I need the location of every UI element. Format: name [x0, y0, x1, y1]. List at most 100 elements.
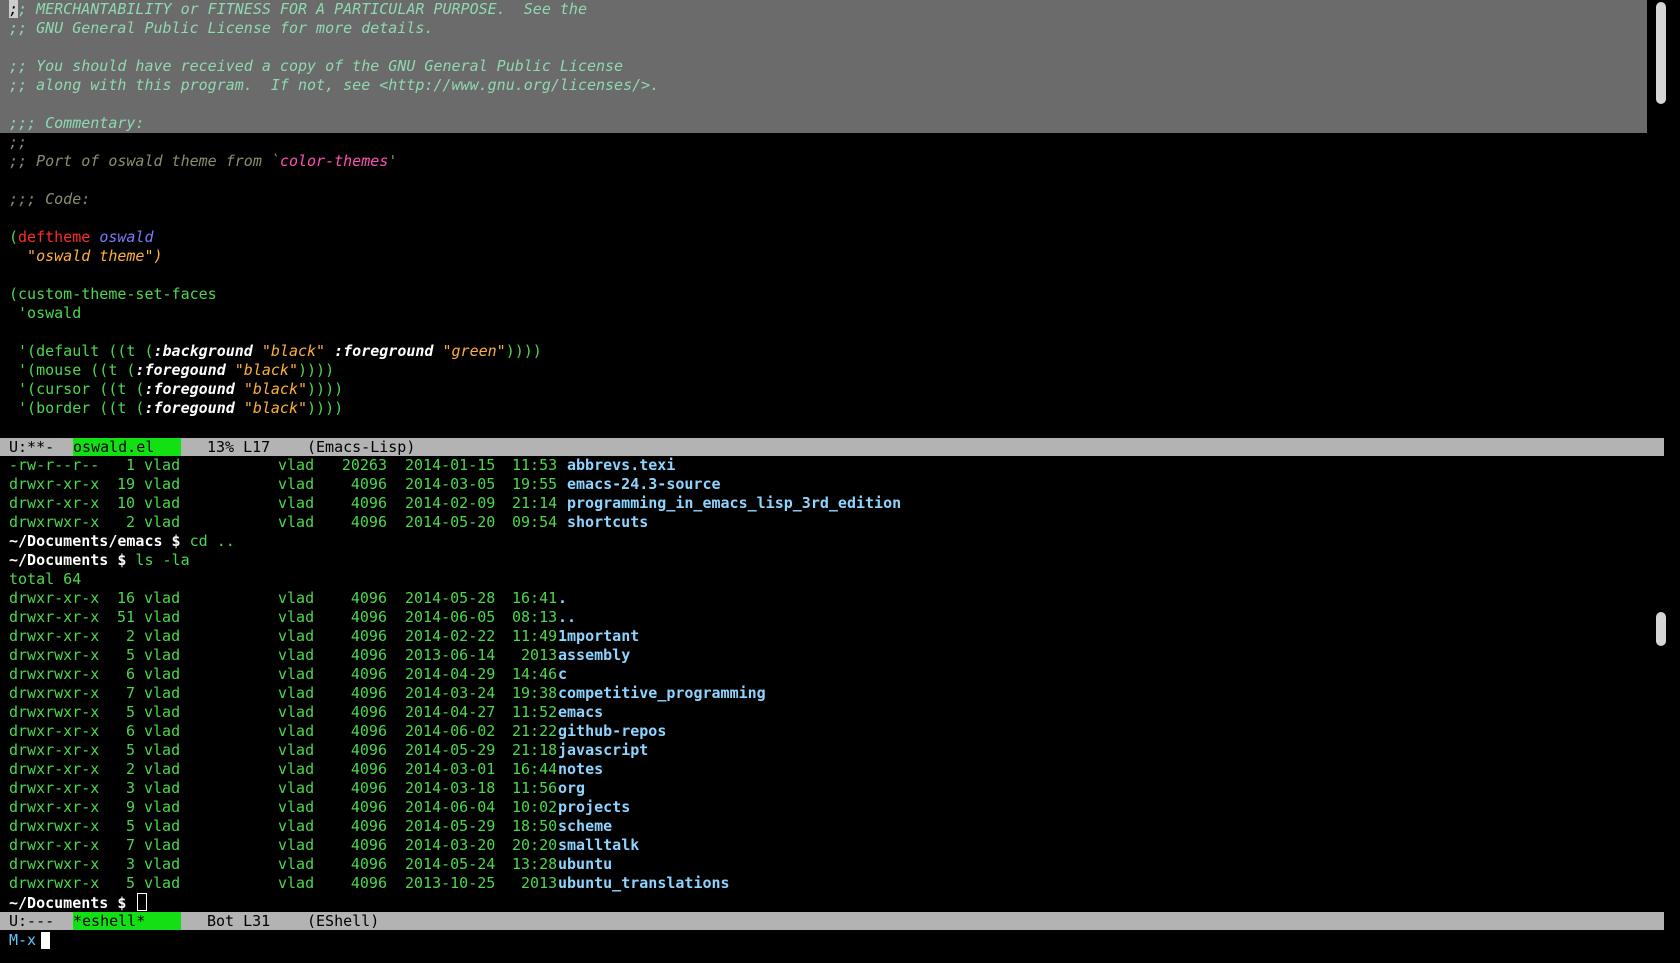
ls-link-count: 5: [125, 646, 135, 664]
modeline-buffer-name[interactable]: oswald.el: [73, 438, 181, 456]
ls-date: 2014-01-15: [405, 456, 496, 474]
eshell-prompt: ~/Documents $: [9, 551, 127, 569]
ls-time: 11:56: [512, 779, 558, 797]
ls-filename[interactable]: notes: [558, 760, 603, 779]
eshell-window[interactable]: -rw-r--r-- 1 vlad vlad 20263 2014-01-15 11:53 a…: [0, 456, 1647, 912]
modeline-eshell[interactable]: U:--- *eshell* Bot L31 (EShell): [0, 912, 1664, 930]
ls-row: drwxr-xr-x 7 vlad vlad 4096 2014-03-20 20:20 sm…: [9, 836, 639, 855]
ls-filename[interactable]: ubuntu: [558, 855, 612, 874]
ls-link-count: 51: [116, 608, 135, 626]
ls-owner: vlad: [144, 741, 181, 759]
ls-group: vlad: [278, 513, 315, 531]
ls-filename[interactable]: shortcuts: [567, 513, 648, 532]
ls-permissions: drwxr-xr-x: [9, 589, 100, 607]
ls-filename[interactable]: programming_in_emacs_lisp_3rd_edition: [567, 494, 901, 513]
ls-filename[interactable]: org: [558, 779, 585, 798]
modeline-major-mode[interactable]: (EShell): [307, 912, 379, 930]
ls-filename[interactable]: projects: [558, 798, 630, 817]
ls-time: 18:50: [512, 817, 558, 835]
ls-filename[interactable]: ubuntu_translations: [558, 874, 730, 893]
minibuffer[interactable]: M-x: [9, 931, 51, 950]
ls-filename[interactable]: javascript: [558, 741, 648, 760]
modeline-buffer-name[interactable]: *eshell*: [73, 912, 181, 930]
ls-group: vlad: [278, 741, 315, 759]
ls-link-count: 5: [125, 741, 135, 759]
ls-link-count: 3: [125, 855, 135, 873]
ls-filename[interactable]: abbrevs.texi: [567, 456, 675, 475]
ls-size: 4096: [350, 779, 387, 797]
code-line: 'oswald: [9, 304, 82, 322]
ls-permissions: drwxrwxr-x: [9, 817, 100, 835]
eshell-prompt-line[interactable]: ~/Documents $ ls -la: [9, 551, 235, 570]
code-area[interactable]: ;; MERCHANTABILITY or FITNESS FOR A PART…: [9, 0, 659, 418]
ls-time: 16:44: [512, 760, 558, 778]
ls-row: drwxrwxr-x 6 vlad vlad 4096 2014-04-29 14:46 c: [9, 665, 567, 684]
ls-size: 4096: [350, 665, 387, 683]
ls-permissions: drwxr-xr-x: [9, 798, 100, 816]
ls-date: 2014-06-02: [405, 722, 496, 740]
ls-size: 4096: [350, 855, 387, 873]
ls-group: vlad: [278, 779, 315, 797]
code-line: ;; MERCHANTABILITY or FITNESS FOR A PART…: [9, 0, 587, 18]
ls-filename[interactable]: 1mportant: [558, 627, 639, 646]
ls-filename[interactable]: github-repos: [558, 722, 666, 741]
ls-group: vlad: [278, 665, 315, 683]
ls-filename[interactable]: emacs: [558, 703, 603, 722]
ls-size: 4096: [350, 627, 387, 645]
ls-date: 2014-05-24: [405, 855, 496, 873]
modeline-editor[interactable]: U:**- oswald.el 13% L17 (Emacs-Lisp): [0, 438, 1664, 456]
ls-owner: vlad: [144, 627, 181, 645]
eshell-prompt-line[interactable]: ~/Documents $: [9, 893, 235, 912]
ls-filename[interactable]: scheme: [558, 817, 612, 836]
ls-group: vlad: [278, 608, 315, 626]
ls-link-count: 2: [125, 627, 135, 645]
ls-filename[interactable]: assembly: [558, 646, 630, 665]
ls-time: 2013: [512, 646, 558, 664]
ls-permissions: drwxr-xr-x: [9, 836, 100, 854]
ls-row: drwxr-xr-x 51 vlad vlad 4096 2014-06-05 08:13.…: [9, 608, 576, 627]
eshell-prompt: ~/Documents/emacs $: [9, 532, 181, 550]
ls-group: vlad: [278, 456, 315, 474]
editor-scrollbar-thumb[interactable]: [1656, 2, 1666, 104]
ls-row: drwxr-xr-x 19 vlad vlad 4096 2014-03-05 19:55 e…: [9, 475, 721, 494]
eshell-scrollbar-thumb[interactable]: [1656, 612, 1666, 646]
ls-filename[interactable]: smalltalk: [558, 836, 639, 855]
ls-time: 21:22: [512, 722, 558, 740]
ls-row: drwxr-xr-x 16 vlad vlad 4096 2014-05-28 16:41.: [9, 589, 567, 608]
ls-filename[interactable]: c: [558, 665, 567, 684]
ls-date: 2013-10-25: [405, 874, 496, 892]
eshell-output[interactable]: -rw-r--r-- 1 vlad vlad 20263 2014-01-15 11:53 a…: [9, 456, 901, 912]
ls-date: 2014-04-29: [405, 665, 496, 683]
ls-date: 2014-06-04: [405, 798, 496, 816]
ls-date: 2014-03-18: [405, 779, 496, 797]
eshell-scrollbar[interactable]: [1654, 456, 1668, 912]
code-line: ;;; Code:: [9, 190, 91, 208]
ls-filename[interactable]: .: [558, 589, 567, 608]
ls-filename[interactable]: ..: [558, 608, 576, 627]
ls-row: drwxr-xr-x 2 vlad vlad 4096 2014-02-22 11:49 1m…: [9, 627, 639, 646]
modeline-position: 13% L17: [207, 438, 271, 456]
eshell-prompt-line[interactable]: ~/Documents/emacs $ cd ..: [9, 532, 235, 551]
modeline-major-mode[interactable]: (Emacs-Lisp): [307, 438, 415, 456]
ls-link-count: 5: [125, 817, 135, 835]
ls-permissions: drwxrwxr-x: [9, 684, 100, 702]
ls-time: 08:13: [512, 608, 558, 626]
eshell-command: ls -la: [126, 551, 190, 569]
ls-owner: vlad: [144, 475, 181, 493]
editor-window[interactable]: ;; MERCHANTABILITY or FITNESS FOR A PART…: [0, 0, 1664, 438]
ls-owner: vlad: [144, 855, 181, 873]
ls-permissions: drwxr-xr-x: [9, 608, 100, 626]
ls-owner: vlad: [144, 874, 181, 892]
ls-permissions: -rw-r--r--: [9, 456, 100, 474]
ls-time: 16:41: [512, 589, 558, 607]
ls-filename[interactable]: competitive_programming: [558, 684, 766, 703]
ls-row: drwxrwxr-x 3 vlad vlad 4096 2014-05-24 13:28 ub…: [9, 855, 612, 874]
ls-filename[interactable]: emacs-24.3-source: [567, 475, 721, 494]
ls-group: vlad: [278, 722, 315, 740]
modeline-status: U:**-: [9, 438, 55, 456]
ls-owner: vlad: [144, 494, 181, 512]
ls-time: 09:54: [512, 513, 558, 531]
ls-time: 2013: [512, 874, 558, 892]
ls-permissions: drwxrwxr-x: [9, 646, 100, 664]
